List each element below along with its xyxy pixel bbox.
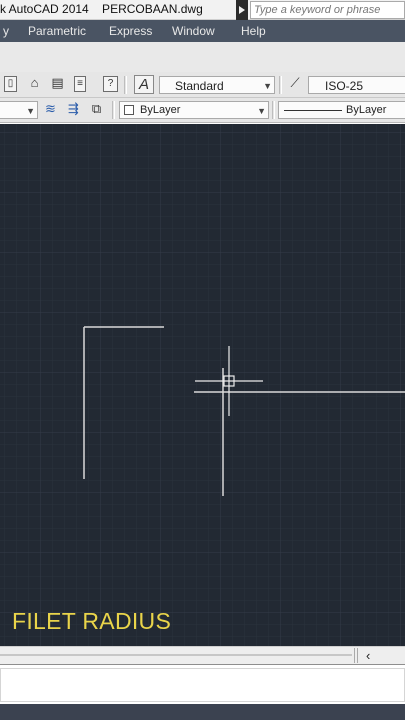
grid: [0, 124, 405, 646]
drawing-canvas[interactable]: FILET RADIUS: [0, 124, 405, 646]
text-style-icon[interactable]: A: [134, 75, 154, 94]
scroll-track: [0, 654, 352, 656]
title-bar: k AutoCAD 2014 PERCOBAAN.dwg Type a keyw…: [0, 0, 405, 20]
color-value: ByLayer: [140, 104, 181, 116]
search-input[interactable]: Type a keyword or phrase: [250, 1, 405, 19]
triangle-right-icon: [239, 6, 245, 14]
model-space-drawing: [0, 124, 405, 646]
dimension-style-select[interactable]: ISO-25: [308, 76, 405, 94]
scroll-grip[interactable]: [354, 648, 358, 663]
video-caption: FILET RADIUS: [12, 608, 172, 634]
menu-item-help[interactable]: Help: [241, 24, 266, 38]
toolbar-separator: [124, 76, 127, 94]
status-bar: [0, 704, 405, 720]
command-line: [0, 664, 405, 704]
layer-select[interactable]: ▼: [0, 101, 38, 119]
text-style-value: Standard: [175, 79, 224, 93]
menu-bar: y Parametric Express Window Help: [0, 20, 405, 42]
menu-item-parametric[interactable]: Parametric: [28, 24, 86, 38]
window-title: k AutoCAD 2014 PERCOBAAN.dwg: [0, 2, 203, 16]
help-icon[interactable]: ?: [103, 76, 118, 92]
chevron-down-icon: ▼: [26, 106, 35, 116]
horizontal-scrollbar[interactable]: ‹: [0, 646, 405, 664]
printer-icon[interactable]: ▤: [50, 76, 65, 92]
styles-toolbar: ▯ ⌂ ▤ ≡ ? A Standard ▼ ⟋ ISO-25: [0, 72, 405, 98]
stamp-icon[interactable]: ⌂: [27, 76, 42, 92]
page-icon[interactable]: ▯: [4, 76, 17, 92]
linetype-select[interactable]: ByLayer: [278, 101, 405, 119]
command-input[interactable]: [0, 668, 405, 702]
dimension-style-icon[interactable]: ⟋: [286, 76, 304, 92]
toolbar-separator: [279, 76, 282, 94]
text-style-select[interactable]: Standard ▼: [159, 76, 275, 94]
color-select[interactable]: ByLayer ▼: [119, 101, 269, 119]
linetype-value: ByLayer: [346, 104, 387, 116]
dimension-style-value: ISO-25: [325, 79, 364, 93]
infocenter-expand-button[interactable]: [236, 0, 248, 20]
menu-item-modify[interactable]: y: [3, 24, 9, 38]
layer-states-icon[interactable]: ⧉: [89, 102, 104, 118]
layer-stack-icon[interactable]: ≋: [43, 102, 58, 118]
menu-item-express[interactable]: Express: [109, 24, 152, 38]
toolbar-separator: [272, 101, 275, 119]
toolbar-separator: [112, 101, 115, 119]
layer-previous-icon[interactable]: ⇶: [66, 102, 81, 118]
color-swatch: [124, 105, 134, 115]
search-placeholder: Type a keyword or phrase: [254, 4, 381, 16]
ribbon-empty-area: [0, 42, 405, 72]
linetype-preview: [284, 110, 342, 111]
calculator-icon[interactable]: ≡: [74, 76, 86, 92]
chevron-left-icon[interactable]: ‹: [366, 648, 370, 663]
properties-toolbar: ▼ ≋ ⇶ ⧉ ByLayer ▼ ByLayer: [0, 98, 405, 123]
chevron-down-icon: ▼: [263, 81, 272, 91]
menu-item-window[interactable]: Window: [172, 24, 215, 38]
chevron-down-icon: ▼: [257, 106, 266, 116]
